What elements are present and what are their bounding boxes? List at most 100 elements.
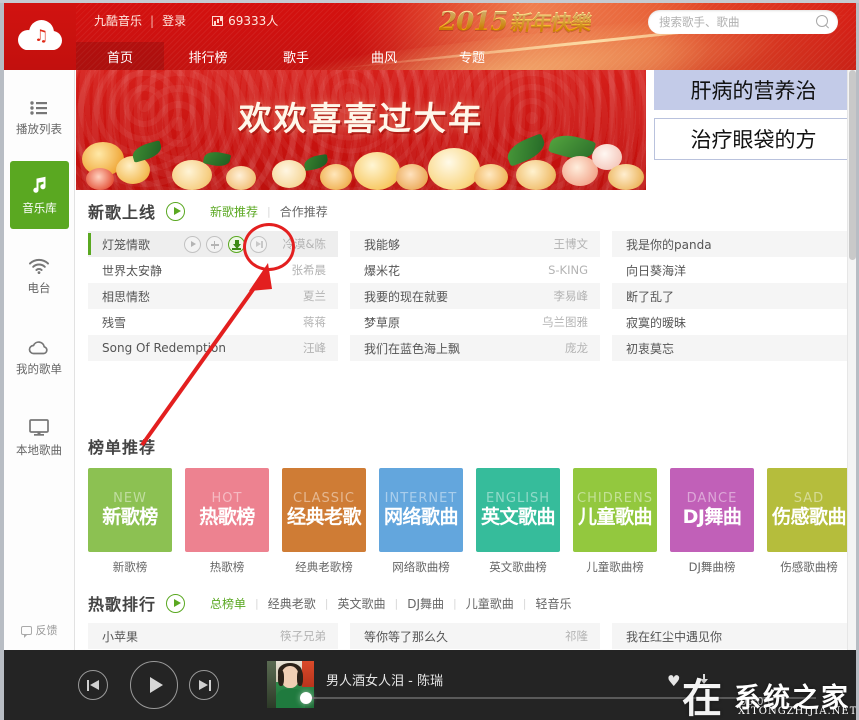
ad-overlay-panel[interactable]: 肝病的营养治 治疗眼袋的方 [654, 70, 853, 190]
share-icon[interactable] [250, 236, 267, 253]
song-name: 我是你的panda [626, 236, 850, 253]
rank-tile-new[interactable]: NEW 新歌榜 新歌榜 [88, 468, 172, 575]
sidebar-item-music-library[interactable]: 音乐库 [10, 161, 69, 229]
speech-bubble-icon [21, 626, 32, 635]
tile-en-label: CLASSIC [293, 492, 355, 506]
brand-separator: | [150, 14, 154, 28]
play-pause-button[interactable] [130, 661, 178, 709]
rank-tile-classic[interactable]: CLASSIC 经典老歌 经典老歌榜 [282, 468, 366, 575]
new-year-banner-art: 2015 新年快樂 [439, 3, 569, 41]
tile-box[interactable]: HOT 热歌榜 [185, 468, 269, 552]
rank-tile-internet[interactable]: INTERNET 网络歌曲 网络歌曲榜 [379, 468, 463, 575]
table-row[interactable]: 梦草原 乌兰图雅 [350, 309, 600, 335]
tab-partner-recommend[interactable]: 合作推荐 [271, 203, 337, 220]
ad-item-1[interactable]: 治疗眼袋的方 [654, 118, 853, 160]
tile-box[interactable]: SAD 伤感歌曲 [767, 468, 851, 552]
music-note-icon [31, 174, 49, 194]
progress-handle[interactable] [300, 692, 312, 704]
song-artist: 庞龙 [565, 340, 588, 356]
tile-box[interactable]: NEW 新歌榜 [88, 468, 172, 552]
tab-classic-songs[interactable]: 经典老歌 [259, 595, 325, 612]
rank-tile-hot[interactable]: HOT 热歌榜 热歌榜 [185, 468, 269, 575]
sidebar-item-my-playlists[interactable]: 我的歌单 [4, 320, 74, 391]
tab-english-songs[interactable]: 英文歌曲 [328, 595, 394, 612]
app-window: ♫ 九酷音乐 | 登录 69333人 2015 新年快樂 首页 排行榜 歌手 曲… [0, 0, 859, 720]
download-icon[interactable] [698, 674, 711, 688]
search-box[interactable] [648, 10, 838, 34]
tile-en-label: SAD [794, 492, 824, 506]
table-row[interactable]: 灯笼情歌 冷漠&陈 [88, 231, 338, 257]
table-row[interactable]: 向日葵海洋 [612, 257, 853, 283]
table-row[interactable]: 我是你的panda [612, 231, 853, 257]
main-navigation: 首页 排行榜 歌手 曲风 专题 [76, 42, 516, 70]
ad-item-0[interactable]: 肝病的营养治 [654, 70, 853, 110]
play-all-new-songs-icon[interactable] [166, 202, 185, 221]
promo-banner[interactable]: 欢欢喜喜过大年 [76, 70, 646, 190]
tab-light-music[interactable]: 轻音乐 [526, 595, 580, 612]
tab-new-recommend[interactable]: 新歌推荐 [201, 203, 267, 220]
monitor-icon [29, 416, 49, 436]
table-row[interactable]: 我能够 王博文 [350, 231, 600, 257]
rank-tile-childrens[interactable]: CHIDRENS 儿童歌曲 儿童歌曲榜 [573, 468, 657, 575]
tab-childrens-songs[interactable]: 儿童歌曲 [457, 595, 523, 612]
tile-box[interactable]: INTERNET 网络歌曲 [379, 468, 463, 552]
search-input[interactable] [659, 15, 816, 29]
table-row[interactable]: 等你等了那么久 祁隆 [350, 623, 600, 649]
feedback-button[interactable]: 反馈 [4, 622, 74, 638]
tile-en-label: CHIDRENS [577, 492, 653, 506]
login-link[interactable]: 登录 [162, 12, 186, 29]
table-row[interactable]: 断了乱了 [612, 283, 853, 309]
table-row[interactable]: 初衷莫忘 [612, 335, 853, 361]
tile-box[interactable]: CHIDRENS 儿童歌曲 [573, 468, 657, 552]
song-artist: 冷漠&陈 [283, 236, 326, 252]
rank-tile-dance[interactable]: DANCE DJ舞曲 DJ舞曲榜 [670, 468, 754, 575]
table-row[interactable]: 小苹果 筷子兄弟 [88, 623, 338, 649]
new-songs-header: 新歌上线 新歌推荐 | 合作推荐 [88, 198, 853, 224]
tile-cn-label: DJ舞曲 [683, 506, 742, 528]
table-row[interactable]: Song Of Redemption 汪峰 [88, 335, 338, 361]
sidebar-item-playlist[interactable]: 播放列表 [4, 80, 74, 151]
table-row[interactable]: 相思情愁 夏兰 [88, 283, 338, 309]
online-user-count: 69333人 [212, 12, 278, 29]
table-row[interactable]: 我在红尘中遇见你 [612, 623, 853, 649]
new-songs-column-1: 灯笼情歌 冷漠&陈 世界太安静 张希晨 相思 [88, 231, 338, 361]
nav-item-genres[interactable]: 曲风 [340, 42, 428, 70]
heart-icon[interactable]: ♥ [667, 674, 682, 688]
table-row[interactable]: 爆米花 S-KING [350, 257, 600, 283]
previous-track-button[interactable] [78, 670, 108, 700]
tile-box[interactable]: DANCE DJ舞曲 [670, 468, 754, 552]
table-row[interactable]: 我要的现在就要 李易峰 [350, 283, 600, 309]
sidebar-label-local-songs: 本地歌曲 [16, 442, 62, 458]
rank-tile-sad[interactable]: SAD 伤感歌曲 伤感歌曲榜 [767, 468, 851, 575]
table-row[interactable]: 残雪 蒋蒋 [88, 309, 338, 335]
song-name: 世界太安静 [102, 262, 284, 279]
add-icon[interactable] [206, 236, 223, 253]
app-logo[interactable]: ♫ [4, 0, 76, 70]
tab-overall-rank[interactable]: 总榜单 [201, 595, 255, 612]
brand-link[interactable]: 九酷音乐 [94, 12, 142, 29]
table-row[interactable]: 寂寞的暧昧 [612, 309, 853, 335]
nav-item-home[interactable]: 首页 [76, 42, 164, 70]
user-count-label: 69333人 [228, 12, 278, 29]
nav-item-artists[interactable]: 歌手 [252, 42, 340, 70]
play-icon[interactable] [184, 236, 201, 253]
sidebar-item-local-songs[interactable]: 本地歌曲 [4, 401, 74, 472]
search-icon[interactable] [816, 15, 830, 29]
tile-box[interactable]: CLASSIC 经典老歌 [282, 468, 366, 552]
nav-item-topics[interactable]: 专题 [428, 42, 516, 70]
rank-tile-english[interactable]: ENGLISH 英文歌曲 英文歌曲榜 [476, 468, 560, 575]
row-hover-actions [184, 236, 267, 253]
content-scrollbar[interactable] [847, 70, 856, 650]
nav-item-charts[interactable]: 排行榜 [164, 42, 252, 70]
table-row[interactable]: 我们在蓝色海上飘 庞龙 [350, 335, 600, 361]
download-icon[interactable] [228, 236, 245, 253]
next-track-button[interactable] [189, 670, 219, 700]
tile-en-label: DANCE [687, 492, 738, 506]
scrollbar-thumb[interactable] [849, 70, 856, 260]
play-all-hot-rank-icon[interactable] [166, 594, 185, 613]
new-songs-tabs: 新歌推荐 | 合作推荐 [201, 203, 337, 220]
sidebar-item-radio[interactable]: 电台 [4, 239, 74, 310]
tab-dj-dance[interactable]: DJ舞曲 [398, 595, 453, 612]
tile-box[interactable]: ENGLISH 英文歌曲 [476, 468, 560, 552]
table-row[interactable]: 世界太安静 张希晨 [88, 257, 338, 283]
